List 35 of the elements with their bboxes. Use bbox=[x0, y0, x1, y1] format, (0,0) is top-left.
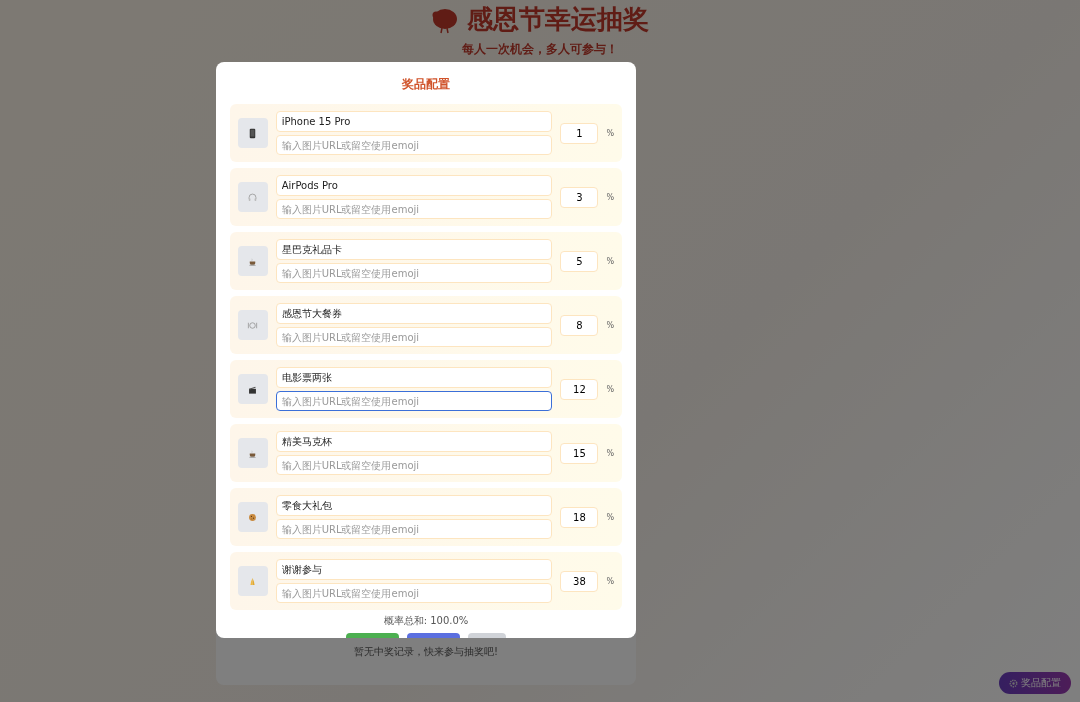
probability-field[interactable]: 12 bbox=[560, 378, 599, 400]
percent-unit: % bbox=[606, 256, 614, 266]
probability-field[interactable]: 1 bbox=[560, 122, 599, 144]
percent-unit: % bbox=[606, 192, 614, 202]
prize-name-field[interactable]: 感恩节大餐券 bbox=[275, 303, 553, 324]
percent-unit: % bbox=[606, 384, 614, 394]
percent-unit: % bbox=[606, 576, 614, 586]
prize-name-field[interactable]: 谢谢参与 bbox=[275, 559, 553, 580]
probability-field[interactable]: 15 bbox=[560, 442, 599, 464]
percent-unit: % bbox=[606, 128, 614, 138]
plate-icon bbox=[247, 319, 259, 331]
prize-name-field[interactable]: iPhone 15 Pro bbox=[275, 111, 553, 132]
prize-config-button[interactable]: 奖品配置 bbox=[999, 672, 1071, 694]
probability-field[interactable]: 5 bbox=[560, 250, 599, 272]
dialog-title: 奖品配置 bbox=[401, 76, 451, 93]
page-subtitle: 每人一次机会，多人可参与！ bbox=[462, 41, 618, 58]
percent-unit: % bbox=[606, 448, 614, 458]
settings-icon bbox=[1009, 678, 1018, 688]
page-title: 感恩节幸运抽奖 bbox=[467, 3, 649, 36]
probability-field[interactable]: 8 bbox=[560, 314, 599, 336]
percent-unit: % bbox=[606, 320, 614, 330]
probability-total: 概率总和: 100.0% bbox=[382, 614, 470, 628]
image-url-field[interactable]: 输入图片URL或留空使用emoji bbox=[275, 391, 553, 411]
prize-name-field[interactable]: 电影票两张 bbox=[275, 367, 553, 388]
prize-name-field[interactable]: 精美马克杯 bbox=[275, 431, 553, 452]
prize-name-field[interactable]: 零食大礼包 bbox=[275, 495, 553, 516]
prize-name-field[interactable]: AirPods Pro bbox=[275, 175, 553, 196]
empty-records-text: 暂无中奖记录，快来参与抽奖吧! bbox=[354, 645, 498, 659]
probability-field[interactable]: 18 bbox=[560, 506, 599, 528]
headphones-icon bbox=[247, 191, 259, 203]
cookie-icon bbox=[247, 511, 259, 523]
percent-unit: % bbox=[606, 512, 614, 522]
probability-field[interactable]: 38 bbox=[560, 570, 599, 592]
probability-field[interactable]: 3 bbox=[560, 186, 599, 208]
prize-name-field[interactable]: 星巴克礼品卡 bbox=[275, 239, 553, 260]
